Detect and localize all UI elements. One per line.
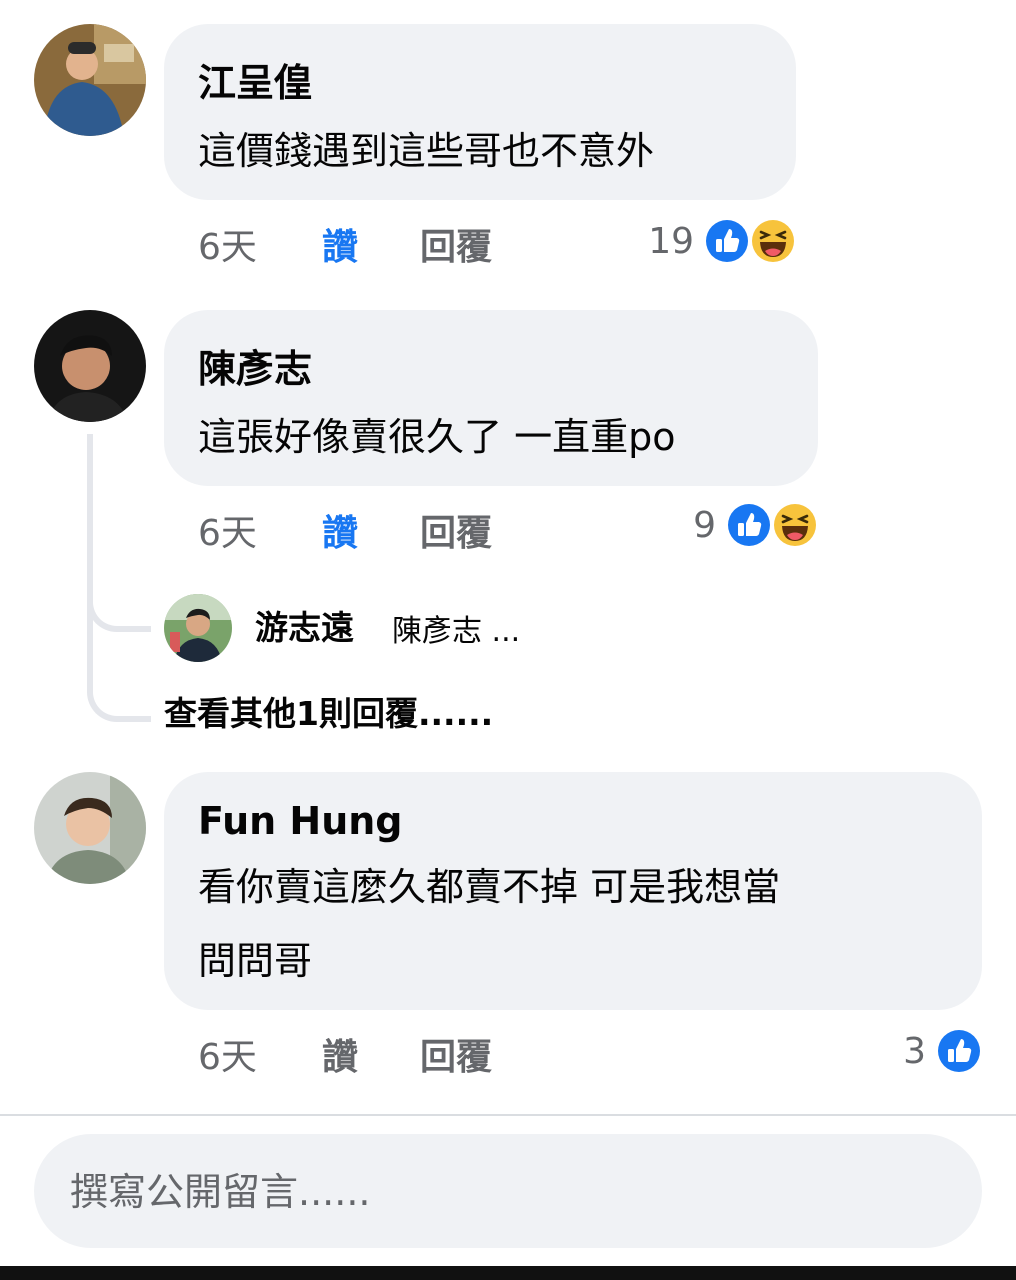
comment-time-2[interactable]: 6天 [198, 512, 257, 556]
reaction-count-3[interactable]: 3 [870, 1030, 926, 1074]
comment-text-3-line-2: 問問哥 [198, 939, 313, 983]
haha-icon[interactable] [750, 218, 796, 264]
avatar-photo-icon [34, 24, 146, 136]
comment-text-2: 這張好像賣很久了 一直重po [198, 415, 676, 459]
comment-composer[interactable] [34, 1134, 982, 1250]
thread-line-more [87, 600, 151, 722]
comment-text-1: 這價錢遇到這些哥也不意外 [198, 129, 655, 173]
comment-text-3-line-1: 看你賣這麼久都賣不掉 可是我想當 [198, 865, 781, 909]
reply-snippet[interactable]: 陳彥志 ... [392, 612, 520, 652]
like-button-3[interactable]: 讚 [322, 1036, 358, 1080]
comment-author-2[interactable]: 陳彥志 [198, 346, 312, 392]
like-icon[interactable] [726, 502, 772, 548]
reply-button-1[interactable]: 回覆 [420, 226, 492, 270]
avatar-reply[interactable] [164, 594, 232, 662]
comment-bubble-3: Fun Hung 看你賣這麼久都賣不掉 可是我想當 問問哥 [164, 772, 982, 1010]
like-button-1[interactable]: 讚 [322, 226, 358, 270]
reaction-count-2[interactable]: 9 [660, 504, 716, 548]
view-more-replies-link[interactable]: 查看其他1則回覆...... [164, 694, 493, 734]
haha-icon[interactable] [772, 502, 818, 548]
avatar-comment-2[interactable] [34, 310, 146, 422]
reaction-count-1[interactable]: 19 [620, 220, 694, 264]
avatar-photo-icon [34, 310, 146, 422]
like-icon[interactable] [704, 218, 750, 264]
composer-divider [0, 1114, 1016, 1116]
comment-bubble-2: 陳彥志 這張好像賣很久了 一直重po [164, 310, 818, 486]
avatar-photo-icon [34, 772, 146, 884]
comment-bubble-1: 江呈偟 這價錢遇到這些哥也不意外 [164, 24, 796, 200]
system-bottom-bar [0, 1266, 1016, 1280]
comment-author-3[interactable]: Fun Hung [198, 798, 403, 844]
comment-time-3[interactable]: 6天 [198, 1036, 257, 1080]
avatar-comment-1[interactable] [34, 24, 146, 136]
comment-input[interactable] [68, 1134, 952, 1250]
avatar-comment-3[interactable] [34, 772, 146, 884]
comment-time-1[interactable]: 6天 [198, 226, 257, 270]
reply-author[interactable]: 游志遠 [255, 608, 354, 648]
avatar-photo-icon [164, 594, 232, 662]
reply-button-2[interactable]: 回覆 [420, 512, 492, 556]
reply-button-3[interactable]: 回覆 [420, 1036, 492, 1080]
comment-author-1[interactable]: 江呈偟 [198, 60, 312, 106]
like-icon[interactable] [936, 1028, 982, 1074]
like-button-2[interactable]: 讚 [322, 512, 358, 556]
